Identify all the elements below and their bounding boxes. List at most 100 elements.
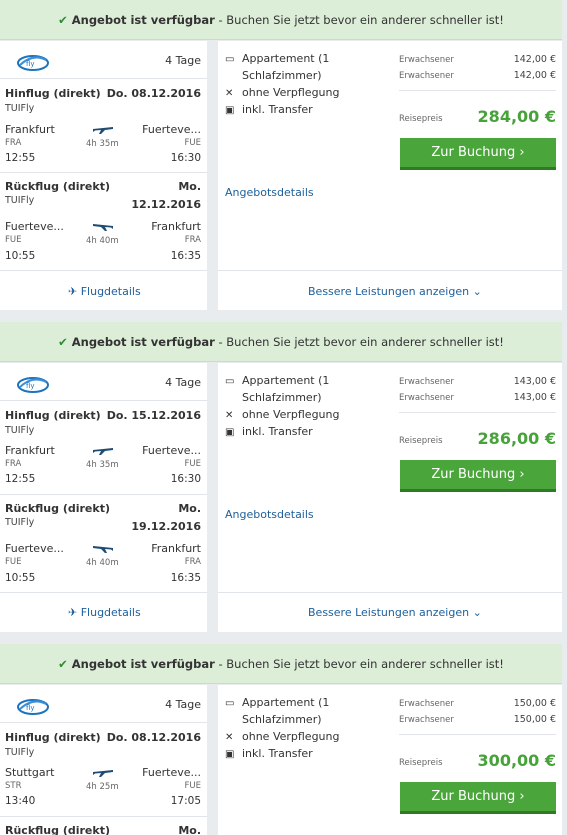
outbound-arr-time: 17:05 bbox=[170, 795, 201, 807]
inbound-from-code: FUE bbox=[5, 235, 22, 245]
chevron-right-icon: › bbox=[519, 789, 525, 804]
book-button[interactable]: Zur Buchung › bbox=[400, 460, 556, 492]
chevron-right-icon: › bbox=[519, 145, 525, 160]
inbound-duration: 4h 40m bbox=[86, 558, 119, 568]
divider bbox=[218, 592, 562, 593]
outbound-from-city: Frankfurt bbox=[5, 123, 55, 136]
flight-panel: fly 4 Tage Hinflug (direkt) Do. 15.12.20… bbox=[0, 363, 207, 632]
svg-text:fly: fly bbox=[26, 60, 35, 68]
inbound-to-code: FRA bbox=[184, 557, 201, 567]
outbound-to-city: Fuerteve... bbox=[142, 123, 201, 136]
check-icon: ✔ bbox=[58, 657, 68, 671]
adult-label: Erwachsener bbox=[399, 715, 454, 725]
offer-card: ✔ Angebot ist verfügbar - Buchen Sie jetz… bbox=[0, 322, 562, 633]
outbound-to-city: Fuerteve... bbox=[142, 766, 201, 779]
inbound-to-city: Frankfurt bbox=[151, 220, 201, 233]
availability-banner: ✔ Angebot ist verfügbar - Buchen Sie jetz… bbox=[0, 0, 562, 40]
transfer-info: ▣ inkl. Transfer bbox=[225, 747, 313, 760]
flight-details-link[interactable]: ✈ Flugdetails bbox=[68, 606, 141, 619]
airline-logo: fly bbox=[17, 699, 49, 715]
bus-icon: ▣ bbox=[225, 105, 235, 116]
outbound-title: Hinflug (direkt) bbox=[5, 409, 101, 422]
outbound-to-code: FUE bbox=[184, 459, 201, 469]
plane-icon bbox=[93, 127, 113, 134]
divider bbox=[399, 734, 556, 735]
total-price: 284,00 € bbox=[477, 107, 556, 126]
total-price-label: Reisepreis bbox=[399, 436, 443, 446]
total-price-label: Reisepreis bbox=[399, 114, 443, 124]
adult-price: 143,00 € bbox=[513, 376, 556, 387]
divider bbox=[0, 722, 207, 723]
check-icon: ✔ bbox=[58, 335, 68, 349]
bed-icon: ▭ bbox=[225, 698, 235, 709]
outbound-from-city: Frankfurt bbox=[5, 444, 55, 457]
room-type: ▭ Appartement (1 bbox=[225, 374, 330, 387]
duration-days: 4 Tage bbox=[165, 54, 201, 67]
inbound-to-code: FRA bbox=[184, 235, 201, 245]
outbound-dep-time: 13:40 bbox=[5, 795, 36, 807]
plane-icon: ✈ bbox=[68, 285, 78, 298]
inbound-to-city: Frankfurt bbox=[151, 542, 201, 555]
outbound-from-city: Stuttgart bbox=[5, 766, 55, 779]
divider bbox=[0, 270, 207, 271]
better-services-link[interactable]: Bessere Leistungen anzeigen ⌄ bbox=[308, 285, 482, 298]
adult-label: Erwachsener bbox=[399, 377, 454, 387]
offer-card: ✔ Angebot ist verfügbar - Buchen Sie jetz… bbox=[0, 0, 562, 311]
outbound-airline: TUIFly bbox=[5, 747, 35, 758]
total-price: 300,00 € bbox=[477, 751, 556, 770]
duration-days: 4 Tage bbox=[165, 376, 201, 389]
airline-logo: fly bbox=[17, 55, 49, 71]
plane-icon: ✈ bbox=[68, 606, 78, 619]
outbound-date: Do. 08.12.2016 bbox=[106, 87, 201, 100]
divider bbox=[0, 816, 207, 817]
divider bbox=[0, 400, 207, 401]
inbound-title: Rückflug (direkt) bbox=[5, 180, 110, 193]
inbound-date: 12.12.2016 bbox=[131, 198, 201, 211]
outbound-dep-time: 12:55 bbox=[5, 152, 36, 164]
cutlery-icon: ✕ bbox=[225, 410, 234, 421]
bus-icon: ▣ bbox=[225, 427, 235, 438]
inbound-from-code: FUE bbox=[5, 557, 22, 567]
outbound-date: Do. 15.12.2016 bbox=[106, 409, 201, 422]
inbound-airline: TUIFly bbox=[5, 517, 35, 528]
outbound-airline: TUIFly bbox=[5, 103, 35, 114]
divider bbox=[399, 90, 556, 91]
offer-details-link[interactable]: Angebotsdetails bbox=[225, 508, 314, 521]
plane-icon bbox=[93, 448, 113, 455]
outbound-arr-time: 16:30 bbox=[170, 152, 201, 164]
flight-panel: fly 4 Tage Hinflug (direkt) Do. 08.12.20… bbox=[0, 685, 207, 835]
total-price-label: Reisepreis bbox=[399, 758, 443, 768]
bed-icon: ▭ bbox=[225, 376, 235, 387]
adult-label: Erwachsener bbox=[399, 55, 454, 65]
availability-banner: ✔ Angebot ist verfügbar - Buchen Sie jetz… bbox=[0, 644, 562, 684]
offer-details-link[interactable]: Angebotsdetails bbox=[225, 186, 314, 199]
inbound-date-day: Mo. bbox=[178, 502, 201, 515]
svg-text:fly: fly bbox=[26, 382, 35, 390]
divider bbox=[218, 270, 562, 271]
inbound-date: 19.12.2016 bbox=[131, 520, 201, 533]
divider bbox=[0, 592, 207, 593]
outbound-to-code: FUE bbox=[184, 781, 201, 791]
adult-price: 142,00 € bbox=[513, 70, 556, 81]
inbound-title: Rückflug (direkt) bbox=[5, 502, 110, 515]
better-services-link[interactable]: Bessere Leistungen anzeigen ⌄ bbox=[308, 606, 482, 619]
offer-card: ✔ Angebot ist verfügbar - Buchen Sie jetz… bbox=[0, 644, 562, 835]
accommodation-panel: ▭ Appartement (1 Schlafzimmer) ✕ ohne Verp… bbox=[218, 685, 562, 835]
bus-icon: ▣ bbox=[225, 749, 235, 760]
outbound-airline: TUIFly bbox=[5, 425, 35, 436]
book-button[interactable]: Zur Buchung › bbox=[400, 138, 556, 170]
divider bbox=[0, 78, 207, 79]
outbound-title: Hinflug (direkt) bbox=[5, 731, 101, 744]
outbound-duration: 4h 35m bbox=[86, 139, 119, 149]
inbound-arr-time: 16:35 bbox=[170, 572, 201, 584]
airline-logo: fly bbox=[17, 377, 49, 393]
plane-icon bbox=[93, 224, 113, 231]
inbound-arr-time: 16:35 bbox=[170, 250, 201, 262]
adult-label: Erwachsener bbox=[399, 393, 454, 403]
duration-days: 4 Tage bbox=[165, 698, 201, 711]
divider bbox=[0, 172, 207, 173]
flight-details-link[interactable]: ✈ Flugdetails bbox=[68, 285, 141, 298]
check-icon: ✔ bbox=[58, 13, 68, 27]
adult-price: 143,00 € bbox=[513, 392, 556, 403]
book-button[interactable]: Zur Buchung › bbox=[400, 782, 556, 814]
